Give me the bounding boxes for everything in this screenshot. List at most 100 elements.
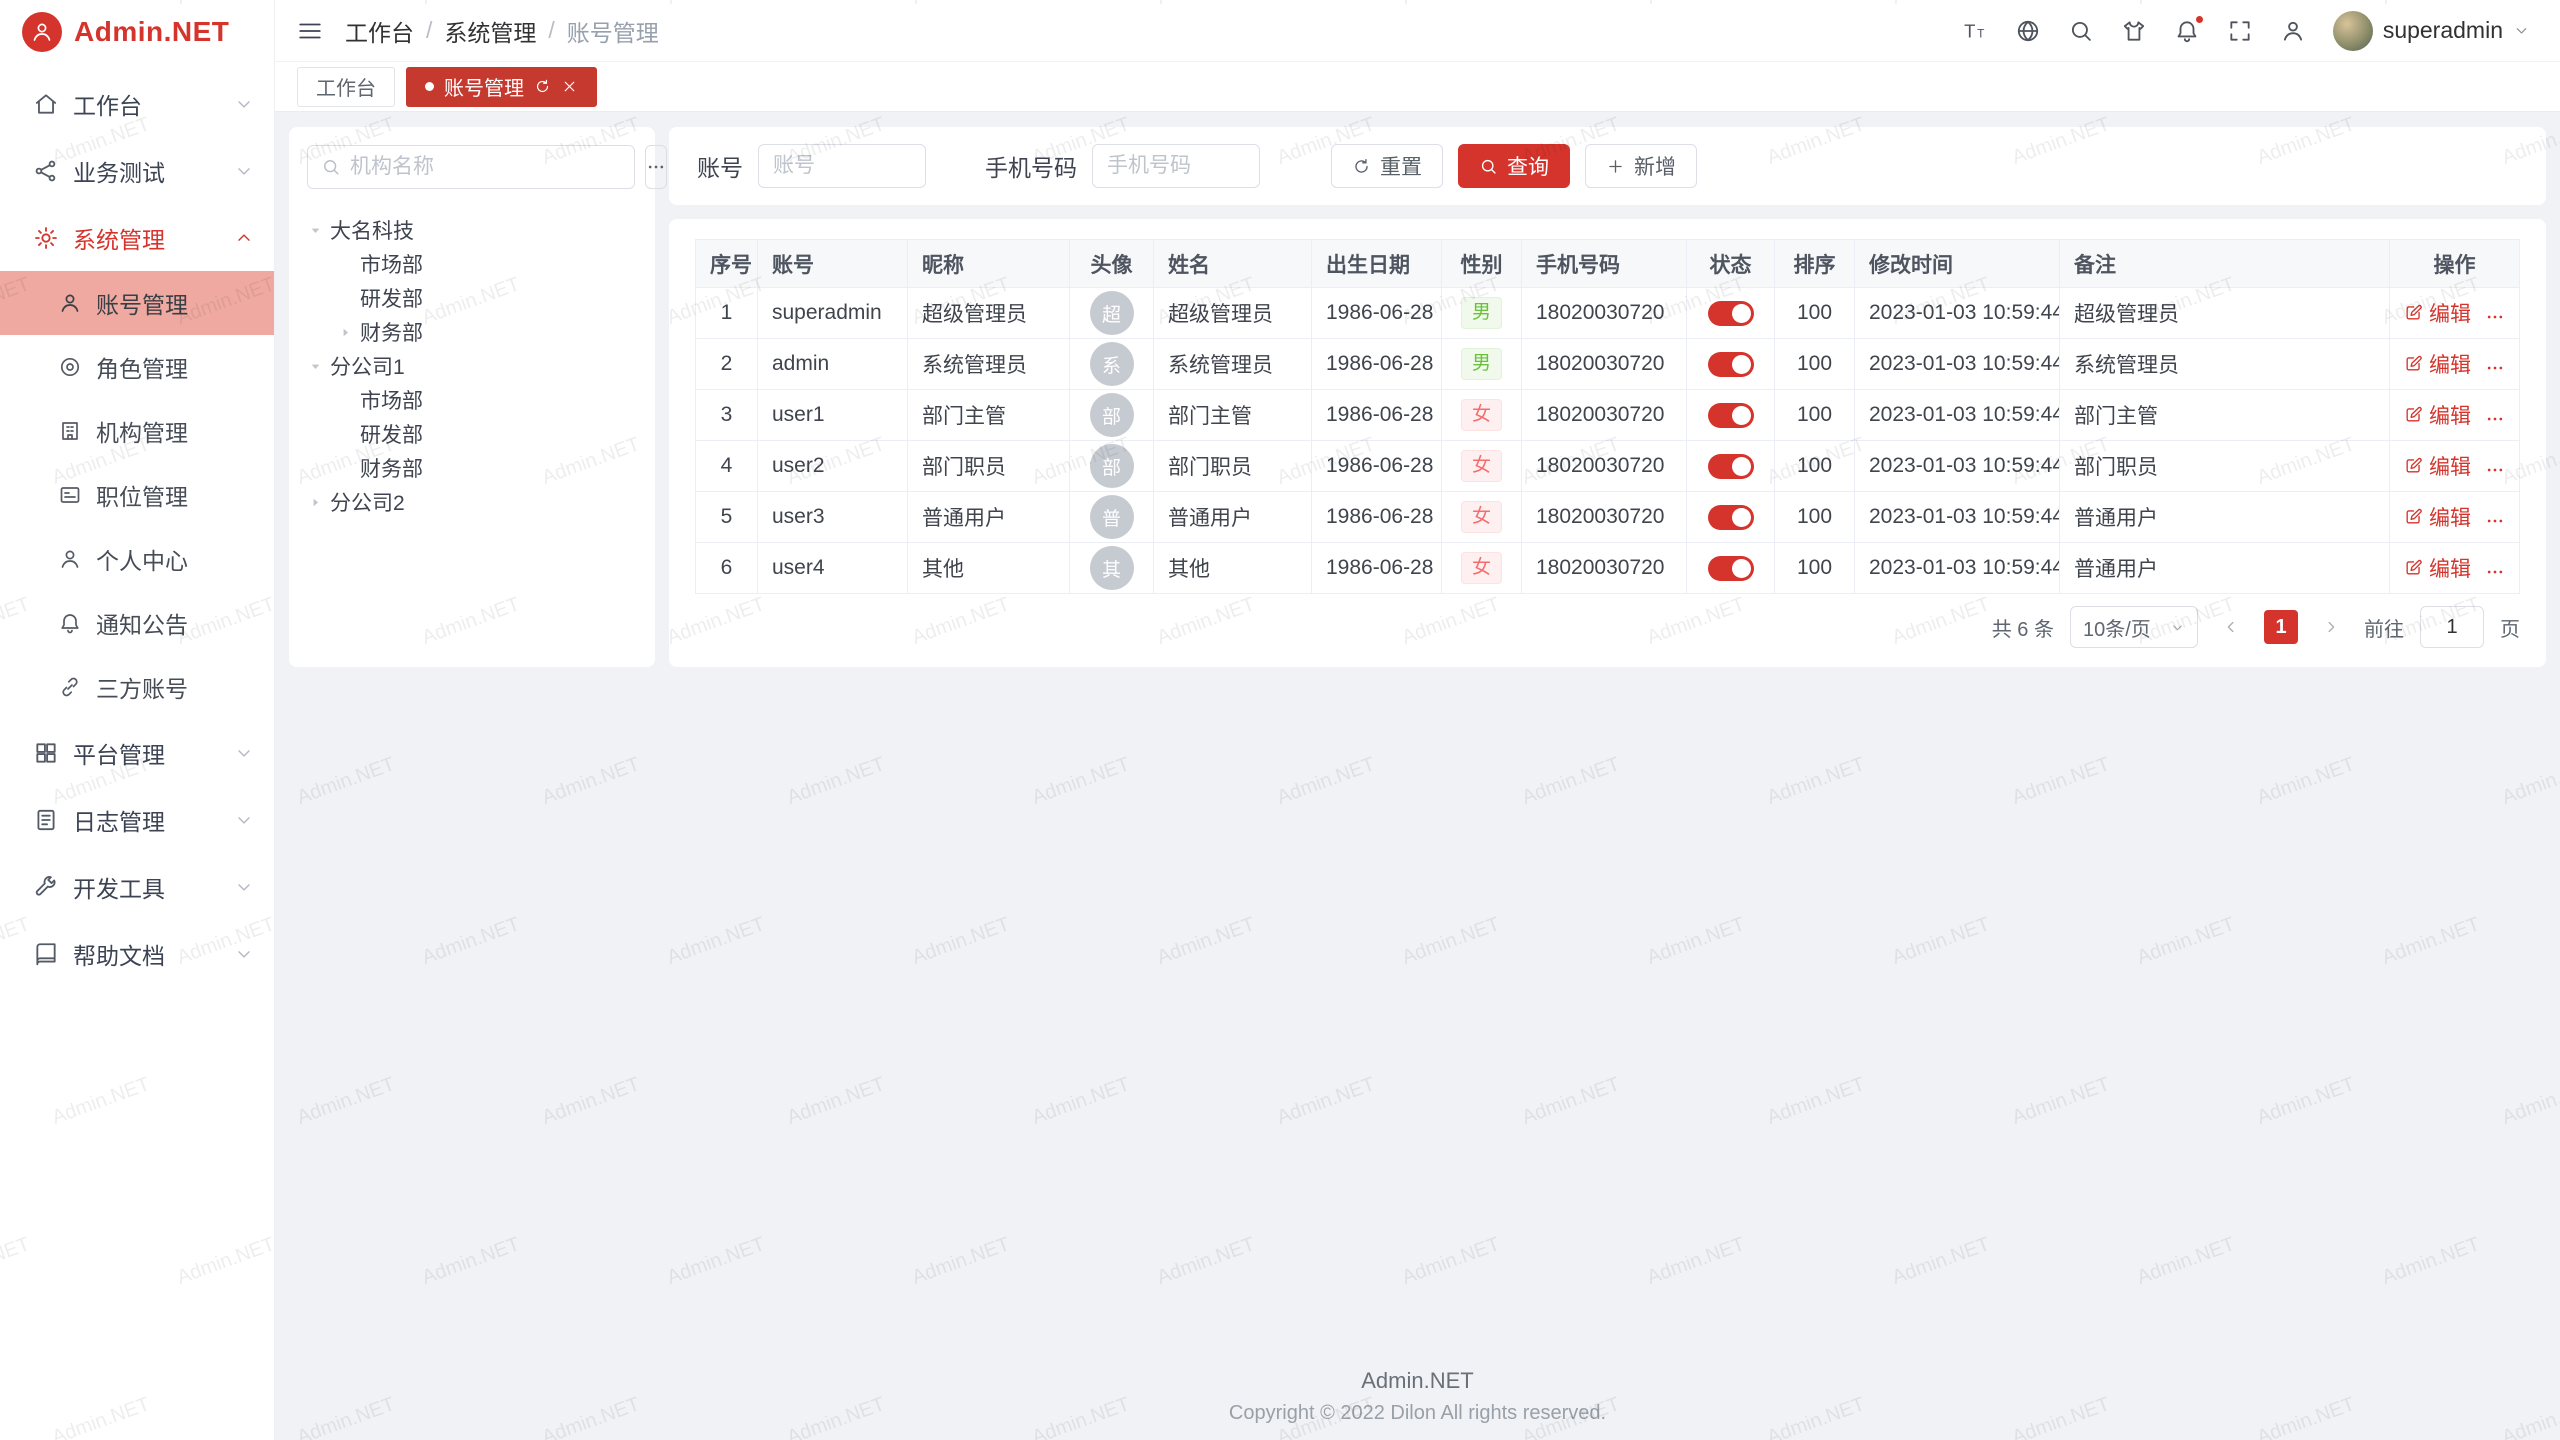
edit-button[interactable]: 编辑 <box>2404 451 2471 481</box>
next-page-button[interactable] <box>2314 610 2348 644</box>
tree-node[interactable]: 市场部 <box>307 383 637 417</box>
sidebar-item-system-management[interactable]: 系统管理 <box>0 204 274 271</box>
search-button[interactable]: 查询 <box>1458 144 1570 188</box>
column-header: 操作 <box>2390 240 2520 288</box>
cell-modified-value: 2023-01-03 10:59:44 <box>1869 454 2060 477</box>
cell-remark-value: 系统管理员 <box>2074 354 2179 377</box>
status-toggle[interactable] <box>1708 454 1754 479</box>
edit-button[interactable]: 编辑 <box>2404 553 2471 583</box>
search-icon <box>1479 157 1498 176</box>
reset-button[interactable]: 重置 <box>1331 144 1443 188</box>
tree-node-label: 财务部 <box>360 453 423 483</box>
tree-node[interactable]: 研发部 <box>307 417 637 451</box>
goto-page-input[interactable] <box>2420 606 2484 648</box>
sidebar-item-help-docs[interactable]: 帮助文档 <box>0 920 274 987</box>
cell-account-value: admin <box>772 352 829 375</box>
prev-page-button[interactable] <box>2214 610 2248 644</box>
tree-node[interactable]: 分公司2 <box>307 485 637 519</box>
caret-right-icon[interactable] <box>307 495 323 510</box>
sidebar-item-notice[interactable]: 通知公告 <box>0 591 274 655</box>
edit-button[interactable]: 编辑 <box>2404 298 2471 328</box>
edit-button[interactable]: 编辑 <box>2404 502 2471 532</box>
cell-order-value: 100 <box>1797 505 1832 528</box>
sidebar-item-label: 帮助文档 <box>73 937 220 971</box>
sidebar-item-position-management[interactable]: 职位管理 <box>0 463 274 527</box>
status-toggle[interactable] <box>1708 301 1754 326</box>
sidebar-item-account-management[interactable]: 账号管理 <box>0 271 274 335</box>
org-search-input[interactable] <box>350 155 621 179</box>
breadcrumb-item[interactable]: 账号管理 <box>567 14 659 48</box>
sidebar-item-third-party-account[interactable]: 三方账号 <box>0 655 274 719</box>
sidebar-item-role-management[interactable]: 角色管理 <box>0 335 274 399</box>
sidebar-item-workbench[interactable]: 工作台 <box>0 70 274 137</box>
edit-button[interactable]: 编辑 <box>2404 400 2471 430</box>
tab-refresh-icon[interactable] <box>534 78 551 95</box>
main-content: 大名科技市场部研发部财务部分公司1市场部研发部财务部分公司2 账号 手机号码 重… <box>275 113 2560 1440</box>
phone-input[interactable] <box>1092 144 1260 188</box>
cell-order: 100 <box>1775 492 1855 543</box>
edit-button-label: 编辑 <box>2429 400 2471 430</box>
grid-icon <box>33 740 59 766</box>
cell-phone-value: 18020030720 <box>1536 505 1664 528</box>
tree-node[interactable]: 大名科技 <box>307 213 637 247</box>
theme-icon[interactable] <box>2121 18 2147 44</box>
column-header: 手机号码 <box>1522 240 1687 288</box>
row-more-button[interactable] <box>2485 511 2505 531</box>
hamburger-menu-icon[interactable] <box>297 18 323 44</box>
tree-node-label: 大名科技 <box>330 215 414 245</box>
breadcrumb-item[interactable]: 系统管理 <box>444 14 536 48</box>
cell-status <box>1687 339 1775 390</box>
user-icon <box>58 291 82 315</box>
cell-gender: 男 <box>1442 339 1522 390</box>
status-toggle[interactable] <box>1708 505 1754 530</box>
row-more-button[interactable] <box>2485 562 2505 582</box>
caret-right-icon[interactable] <box>337 325 353 340</box>
sidebar-item-dev-tools[interactable]: 开发工具 <box>0 853 274 920</box>
fullscreen-icon[interactable] <box>2227 18 2253 44</box>
person-icon <box>58 547 82 571</box>
link-icon <box>58 675 82 699</box>
tree-node[interactable]: 市场部 <box>307 247 637 281</box>
sidebar-item-org-management[interactable]: 机构管理 <box>0 399 274 463</box>
phone-label: 手机号码 <box>985 149 1077 183</box>
account-input[interactable] <box>758 144 926 188</box>
tree-node[interactable]: 分公司1 <box>307 349 637 383</box>
caret-down-icon[interactable] <box>307 223 323 238</box>
status-toggle[interactable] <box>1708 352 1754 377</box>
edit-icon <box>2404 456 2423 475</box>
user-menu[interactable]: superadmin <box>2333 11 2530 51</box>
font-size-icon[interactable]: TT <box>1962 18 1988 44</box>
search-icon[interactable] <box>2068 18 2094 44</box>
status-toggle[interactable] <box>1708 403 1754 428</box>
cell-actions: 编辑 <box>2390 390 2520 441</box>
tree-node[interactable]: 财务部 <box>307 451 637 485</box>
cell-modified-value: 2023-01-03 10:59:44 <box>1869 403 2060 426</box>
status-toggle[interactable] <box>1708 556 1754 581</box>
row-more-button[interactable] <box>2485 358 2505 378</box>
row-more-button[interactable] <box>2485 307 2505 327</box>
sidebar-item-personal-center[interactable]: 个人中心 <box>0 527 274 591</box>
page-size-select[interactable]: 10条/页 <box>2070 606 2198 648</box>
row-more-button[interactable] <box>2485 409 2505 429</box>
cell-birth: 1986-06-28 <box>1312 492 1442 543</box>
cell-account-value: user2 <box>772 454 825 477</box>
sidebar-item-platform-management[interactable]: 平台管理 <box>0 719 274 786</box>
tree-node[interactable]: 研发部 <box>307 281 637 315</box>
tab-workbench[interactable]: 工作台 <box>297 67 395 107</box>
caret-down-icon[interactable] <box>307 359 323 374</box>
breadcrumb-item[interactable]: 工作台 <box>345 14 414 48</box>
tab-account-management[interactable]: 账号管理 <box>406 67 597 107</box>
page-number-button[interactable]: 1 <box>2264 610 2298 644</box>
tree-node[interactable]: 财务部 <box>307 315 637 349</box>
profile-icon[interactable] <box>2280 18 2306 44</box>
notification-bell-icon[interactable] <box>2174 18 2200 44</box>
row-more-button[interactable] <box>2485 460 2505 480</box>
language-icon[interactable] <box>2015 18 2041 44</box>
sidebar-item-log-management[interactable]: 日志管理 <box>0 786 274 853</box>
edit-icon <box>2404 405 2423 424</box>
add-button[interactable]: 新增 <box>1585 144 1697 188</box>
org-more-button[interactable] <box>645 145 667 189</box>
sidebar-item-business-test[interactable]: 业务测试 <box>0 137 274 204</box>
edit-button[interactable]: 编辑 <box>2404 349 2471 379</box>
tab-close-icon[interactable] <box>561 78 578 95</box>
